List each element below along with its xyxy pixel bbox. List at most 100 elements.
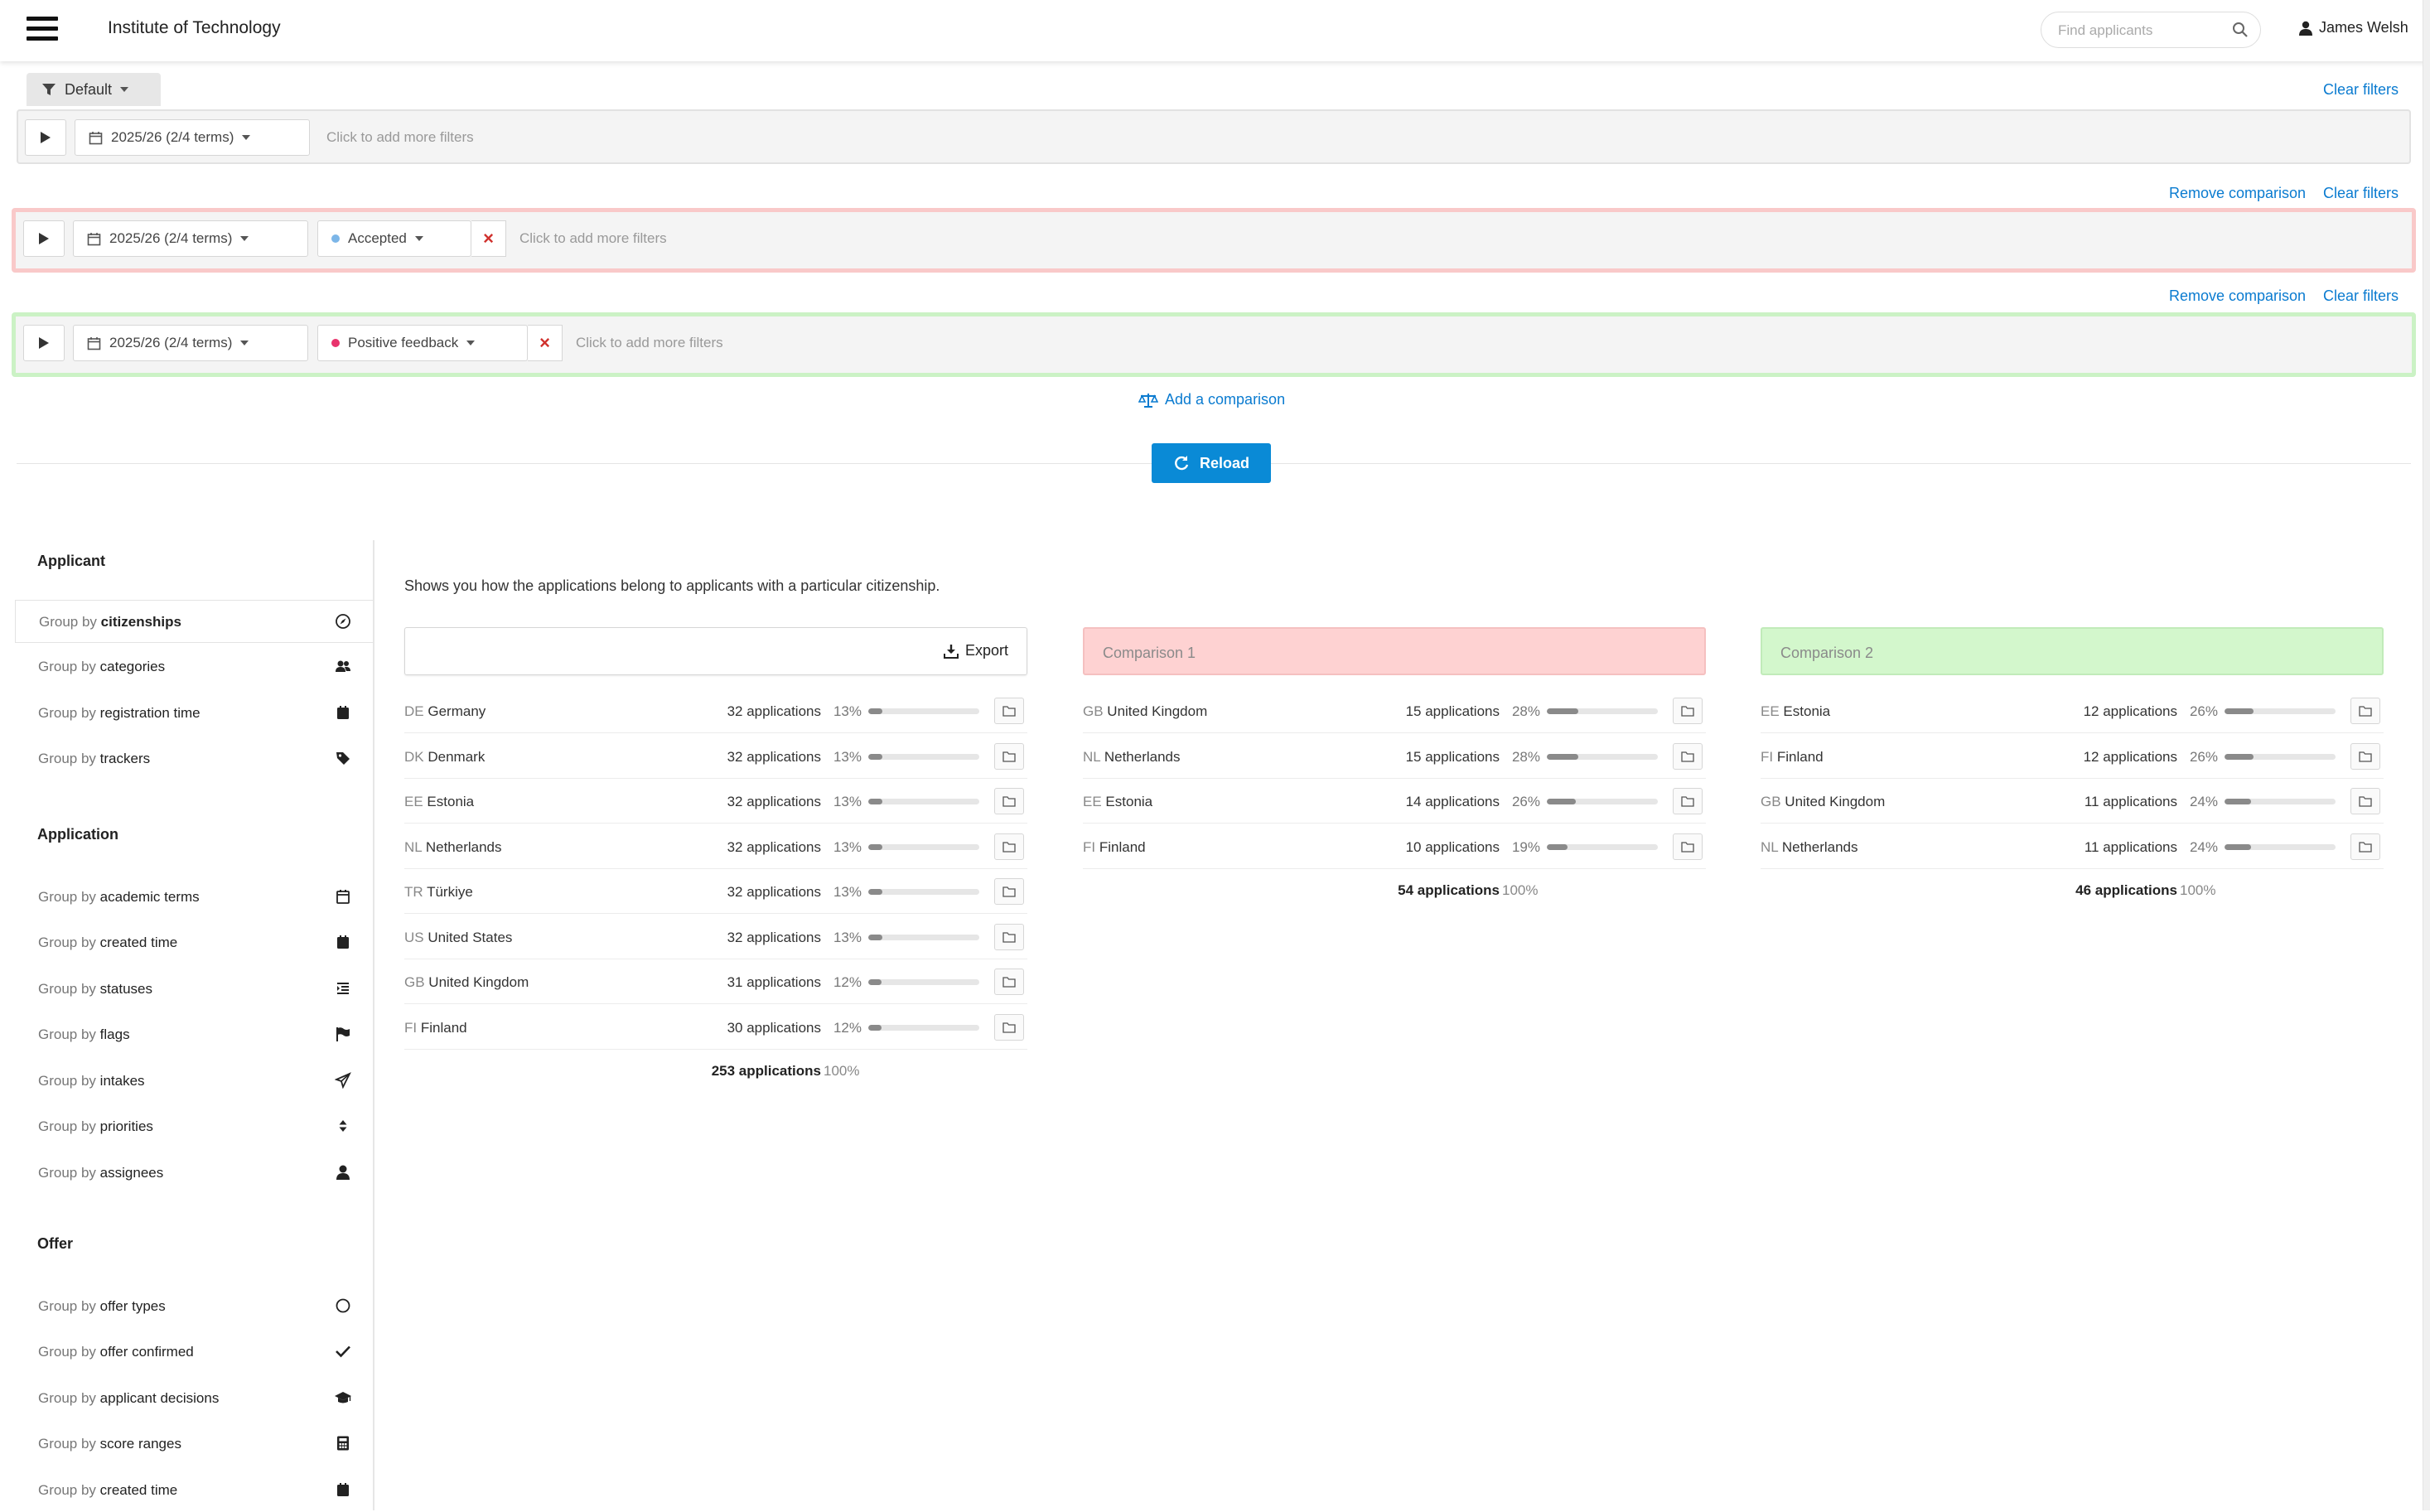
sidebar-item-trackers[interactable]: Group by trackers (15, 737, 373, 780)
chevron-down-icon (120, 87, 129, 92)
country-name: Finland (420, 1019, 467, 1036)
sort-icon (339, 1120, 347, 1132)
open-folder-button[interactable] (994, 788, 1024, 814)
open-folder-button[interactable] (1673, 742, 1703, 770)
country-code: FI (1083, 838, 1096, 855)
comparison-1-title: Comparison 1 (1103, 645, 1196, 661)
open-folder-button[interactable] (2350, 698, 2380, 724)
remove-comparison-2[interactable]: Remove comparison (2169, 287, 2306, 305)
chevron-down-icon (242, 135, 251, 140)
sidebar-item-statuses[interactable]: Group by statuses (15, 968, 373, 1011)
open-folder-button[interactable] (1673, 698, 1703, 724)
open-folder-button[interactable] (2350, 833, 2380, 860)
applications-count: 10 applications (1405, 838, 1500, 855)
progress-bar-fill (1547, 799, 1576, 804)
add-filters-input[interactable]: Click to add more filters (326, 129, 474, 146)
country-code: US (404, 929, 424, 945)
sidebar-item-priorities[interactable]: Group by priorities (15, 1105, 373, 1148)
calendar-icon (337, 706, 349, 719)
run-button[interactable] (23, 325, 65, 361)
graduation-cap-icon (335, 1392, 351, 1403)
run-button[interactable] (23, 220, 65, 257)
sidebar-item-intakes[interactable]: Group by intakes (15, 1060, 373, 1103)
applications-count: 32 applications (727, 703, 821, 719)
country-name: United States (428, 929, 513, 945)
status-filter[interactable]: Accepted (317, 220, 471, 257)
country-code: EE (1083, 794, 1102, 809)
country-cell: GB United Kingdom (404, 974, 529, 991)
progress-bar-fill (1547, 753, 1578, 760)
open-folder-button[interactable] (994, 742, 1024, 770)
org-title: Institute of Technology (108, 18, 281, 37)
open-folder-button[interactable] (994, 923, 1024, 950)
total-row: 253 applications 100% (404, 1050, 1027, 1083)
term-filter[interactable]: 2025/26 (2/4 terms) (73, 220, 308, 257)
add-comparison-link[interactable]: Add a comparison (1138, 391, 1285, 408)
country-name: Estonia (1105, 794, 1153, 809)
add-filters-input[interactable]: Click to add more filters (576, 335, 723, 351)
open-folder-button[interactable] (994, 698, 1024, 724)
clear-filters-base[interactable]: Clear filters (2323, 81, 2399, 99)
percentage: 26% (2189, 748, 2218, 765)
remove-filter-icon[interactable]: × (528, 325, 563, 361)
status-filter[interactable]: Positive feedback (317, 325, 528, 361)
reload-button[interactable]: Reload (1152, 443, 1271, 483)
term-filter[interactable]: 2025/26 (2/4 terms) (75, 119, 310, 156)
open-folder-button[interactable] (1673, 788, 1703, 814)
sidebar-item-label: categories (99, 659, 166, 674)
menu-icon[interactable] (27, 17, 58, 43)
open-folder-button[interactable] (2350, 788, 2380, 814)
search-input[interactable] (2056, 12, 2225, 49)
open-folder-button[interactable] (2350, 742, 2380, 770)
sidebar-item-assignees[interactable]: Group by assignees (15, 1152, 373, 1195)
sidebar-item-offer-types[interactable]: Group by offer types (15, 1285, 373, 1328)
folder-icon (1002, 931, 1016, 943)
country-cell: NL Netherlands (1761, 839, 1858, 856)
add-filters-input[interactable]: Click to add more filters (519, 230, 667, 247)
progress-bar (868, 1024, 979, 1031)
progress-bar-fill (1547, 708, 1578, 714)
sidebar-item-applicant-decisions[interactable]: Group by applicant decisions (15, 1377, 373, 1420)
user-menu[interactable]: James Welsh (2299, 19, 2408, 36)
sidebar-item-offer-created-time[interactable]: Group by created time (15, 1469, 373, 1512)
flag-icon (336, 1027, 350, 1041)
remove-filter-icon[interactable]: × (471, 220, 506, 257)
open-folder-button[interactable] (994, 878, 1024, 905)
term-filter[interactable]: 2025/26 (2/4 terms) (73, 325, 308, 361)
applications-count: 32 applications (727, 838, 821, 855)
country-name: United Kingdom (1785, 794, 1886, 809)
export-button[interactable]: Export (943, 642, 1008, 659)
country-cell: EE Estonia (1083, 794, 1152, 810)
table-row: NL Netherlands 15 applications 28% (1083, 734, 1706, 779)
search-icon[interactable] (2232, 22, 2249, 38)
clear-filters-comparison-1[interactable]: Clear filters (2323, 185, 2399, 202)
run-button[interactable] (25, 119, 66, 156)
sidebar-item-flags[interactable]: Group by flags (15, 1013, 373, 1056)
sidebar-item-academic-terms[interactable]: Group by academic terms (15, 876, 373, 919)
sidebar-item-label: intakes (99, 1073, 145, 1089)
percentage: 28% (1511, 748, 1540, 765)
sidebar-item-created-time[interactable]: Group by created time (15, 921, 373, 964)
open-folder-button[interactable] (1673, 833, 1703, 860)
clear-filters-comparison-2[interactable]: Clear filters (2323, 287, 2399, 305)
open-folder-button[interactable] (994, 1013, 1024, 1041)
reload-label: Reload (1199, 454, 1249, 471)
sidebar-item-offer-confirmed[interactable]: Group by offer confirmed (15, 1331, 373, 1374)
progress-bar (868, 889, 979, 895)
open-folder-button[interactable] (994, 969, 1024, 995)
open-folder-button[interactable] (994, 833, 1024, 860)
report-description: Shows you how the applications belong to… (404, 577, 940, 594)
remove-comparison-1[interactable]: Remove comparison (2169, 185, 2306, 202)
sidebar-item-score-ranges[interactable]: Group by score ranges (15, 1423, 373, 1466)
sidebar-item-citizenships[interactable]: Group by citizenships (15, 600, 373, 643)
percentage: 13% (833, 929, 862, 945)
search-box[interactable] (2041, 12, 2261, 49)
country-code: GB (404, 974, 425, 990)
calendar-outline-icon (336, 890, 350, 904)
sidebar-item-registration-time[interactable]: Group by registration time (15, 692, 373, 735)
table-row: DE Germany 32 applications 13% (404, 688, 1027, 733)
folder-icon (2359, 751, 2372, 762)
sidebar-item-categories[interactable]: Group by categories (15, 645, 373, 688)
user-icon (2299, 21, 2312, 36)
preset-dropdown[interactable]: Default (27, 73, 161, 106)
